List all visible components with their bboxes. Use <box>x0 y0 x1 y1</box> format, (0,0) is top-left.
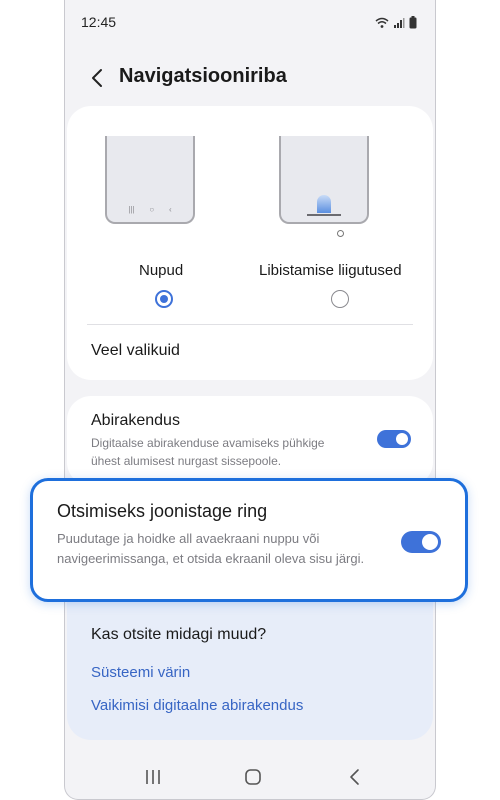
link-default-assistant[interactable]: Vaikimisi digitaalne abirakendus <box>91 697 303 714</box>
signal-icon <box>394 17 405 28</box>
header: Navigatsiooniriba <box>65 60 435 96</box>
recents-icon[interactable] <box>141 765 165 789</box>
circle-to-search-card[interactable]: Otsimiseks joonistage ring Puudutage ja … <box>30 478 468 602</box>
circle-to-search-description: Puudutage ja hoidke all avaekraani nuppu… <box>57 531 365 566</box>
status-time: 12:45 <box>81 14 117 30</box>
looking-for-more-card: Kas otsite midagi muud? Süsteemi värin V… <box>67 602 433 740</box>
toggle-knob <box>396 433 408 445</box>
gestures-radio[interactable] <box>331 290 349 308</box>
status-bar: 12:45 <box>81 14 417 34</box>
assistant-card[interactable]: Abirakendus Digitaalse abirakenduse avam… <box>67 396 433 486</box>
phone-screen: 12:45 Navigatsiooniriba ||| ○ ‹ Nupud Li… <box>64 0 436 800</box>
divider <box>87 324 413 325</box>
recents-icon: ||| <box>128 205 135 214</box>
home-icon[interactable] <box>241 765 265 789</box>
navigation-type-card: ||| ○ ‹ Nupud Libistamise liigutused Vee… <box>67 106 433 380</box>
link-system-vibration[interactable]: Süsteemi värin <box>91 664 190 681</box>
more-options-link[interactable]: Veel valikuid <box>91 342 180 360</box>
mini-nav-buttons: ||| ○ ‹ <box>107 205 193 214</box>
battery-icon <box>409 16 417 29</box>
home-icon: ○ <box>149 205 155 214</box>
back-nav-icon: ‹ <box>168 205 172 214</box>
gesture-hint-dot <box>337 230 344 237</box>
gestures-preview[interactable] <box>279 136 369 224</box>
toggle-knob <box>422 534 438 550</box>
gesture-handle <box>307 214 341 216</box>
wifi-icon <box>375 17 389 28</box>
buttons-radio[interactable] <box>155 290 173 308</box>
status-icons <box>375 16 417 29</box>
circle-to-search-title: Otsimiseks joonistage ring <box>57 501 268 521</box>
looking-for-more-title: Kas otsite midagi muud? <box>91 626 267 643</box>
option-label-buttons: Nupud <box>139 262 184 279</box>
assistant-title: Abirakendus <box>91 412 180 429</box>
assistant-toggle[interactable] <box>377 430 411 448</box>
buttons-preview[interactable]: ||| ○ ‹ <box>105 136 195 224</box>
option-label-gestures: Libistamise liigutused <box>259 262 402 279</box>
circle-to-search-toggle[interactable] <box>401 531 441 553</box>
chevron-left-icon[interactable] <box>87 64 107 92</box>
assistant-description: Digitaalse abirakenduse avamiseks pühkig… <box>91 436 325 468</box>
bottom-navigation-bar <box>65 755 435 799</box>
page-title: Navigatsiooniriba <box>119 65 287 87</box>
gesture-swipe-indicator <box>317 195 331 213</box>
back-nav-icon[interactable] <box>343 765 367 789</box>
